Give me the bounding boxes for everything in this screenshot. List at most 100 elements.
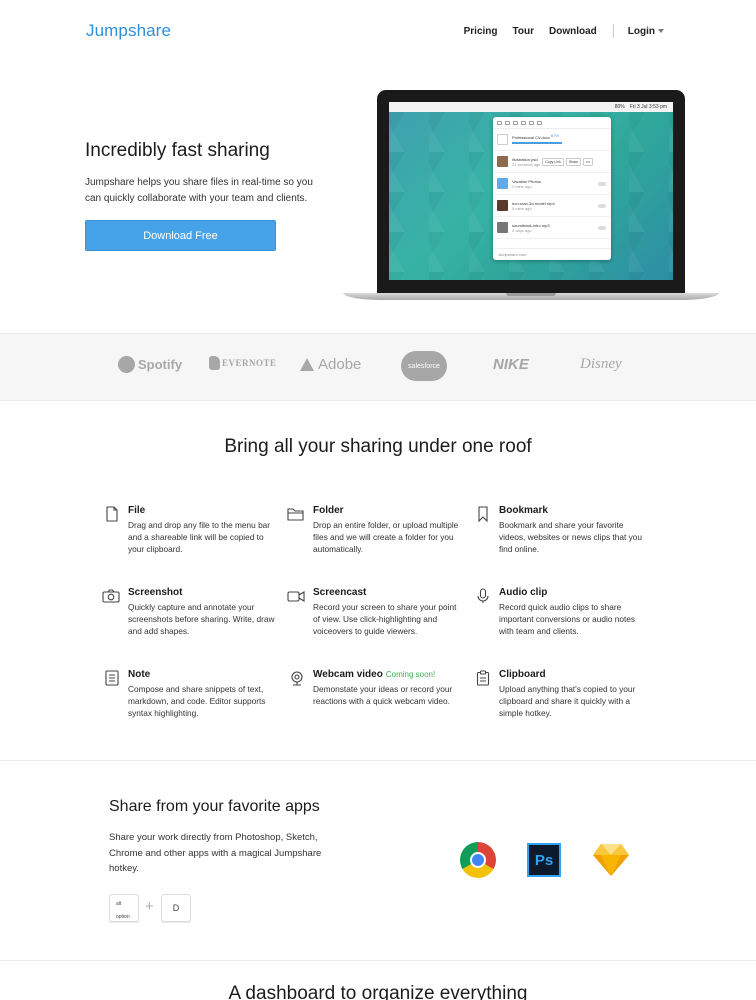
folder-icon bbox=[287, 508, 304, 521]
item-time: 2 mins ago bbox=[512, 183, 532, 189]
nav-divider bbox=[612, 24, 614, 38]
feature-screencast: Screencast Record your screen to share y… bbox=[287, 587, 463, 637]
feature-file: File Drag and drop any file to the menu … bbox=[106, 505, 278, 555]
list-item: soundtrack-intro.mp3 2 days ago bbox=[493, 217, 611, 239]
salesforce-logo: salesforce bbox=[401, 351, 447, 381]
feature-screenshot: Screenshot Quickly capture and annotate … bbox=[102, 587, 278, 637]
feature-title: Webcam video bbox=[313, 669, 383, 680]
disney-logo: Disney bbox=[580, 356, 622, 372]
mac-menubar: 80% Fri 3 Jul 3:53 pm bbox=[389, 102, 673, 112]
toolbar-file-icon bbox=[497, 120, 502, 125]
list-item: illustration.psd 21 seconds ago Copy Lin… bbox=[493, 151, 611, 173]
feature-folder: Folder Drop an entire folder, or upload … bbox=[287, 505, 463, 555]
upload-progress bbox=[512, 142, 562, 144]
toolbar-camera-icon bbox=[529, 120, 534, 125]
laptop-screen-frame: 80% Fri 3 Jul 3:53 pm Professional CV.do… bbox=[377, 90, 685, 293]
apps-description: Share your work directly from Photoshop,… bbox=[109, 832, 322, 874]
apps-title: Share from your favorite apps bbox=[109, 798, 320, 815]
video-thumb-icon bbox=[497, 200, 508, 211]
alt-option-key: alt option bbox=[109, 894, 139, 922]
login-label: Login bbox=[627, 25, 655, 37]
feature-title: Clipboard bbox=[499, 669, 546, 680]
adobe-text: Adobe bbox=[318, 356, 362, 373]
toolbar-video-icon bbox=[537, 120, 542, 125]
folder-thumb-icon bbox=[497, 178, 508, 189]
coming-soon-badge: Coming soon! bbox=[385, 670, 436, 679]
feature-note: Note Compose and share snippets of text,… bbox=[105, 669, 278, 719]
feature-title: Screenshot bbox=[128, 587, 183, 598]
share-button[interactable]: Share bbox=[565, 157, 582, 166]
feature-title: Bookmark bbox=[499, 505, 548, 516]
nav-download[interactable]: Download bbox=[549, 26, 597, 37]
clock-text: Fri 3 Jul 3:53 pm bbox=[629, 104, 667, 110]
camera-icon bbox=[102, 589, 120, 603]
login-menu[interactable]: Login bbox=[628, 26, 664, 37]
item-name: Vacation Photos bbox=[512, 178, 541, 184]
app-toolbar bbox=[493, 117, 611, 129]
item-name: illustration.psd bbox=[512, 156, 538, 162]
clipboard-icon bbox=[476, 670, 490, 686]
feature-webcam-video: Webcam video Coming soon! Demonstate your… bbox=[291, 669, 463, 707]
toolbar-bookmark-icon bbox=[513, 120, 518, 125]
battery-text: 80% bbox=[614, 104, 625, 110]
feature-desc: Upload anything that's copied to your cl… bbox=[499, 684, 636, 718]
feature-title: File bbox=[128, 505, 146, 516]
video-camera-icon bbox=[287, 591, 305, 602]
nav-tour[interactable]: Tour bbox=[513, 26, 534, 37]
features-title: Bring all your sharing under one roof bbox=[224, 436, 532, 457]
spotify-logo: Spotify bbox=[118, 356, 182, 373]
feature-desc: Drop an entire folder, or upload multipl… bbox=[313, 520, 459, 554]
feature-audio-clip: Audio clip Record quick audio clips to s… bbox=[477, 587, 649, 637]
item-time: 21 seconds ago bbox=[512, 161, 541, 167]
spotify-icon bbox=[118, 356, 135, 373]
main-nav: Pricing Tour Download Login bbox=[449, 24, 664, 38]
key-alt-label: alt bbox=[116, 901, 122, 907]
row-toggle[interactable] bbox=[598, 226, 606, 230]
copy-link-button[interactable]: Copy Link bbox=[542, 157, 564, 166]
feature-title: Audio clip bbox=[499, 587, 548, 598]
microphone-icon bbox=[477, 588, 489, 603]
toolbar-note-icon bbox=[521, 120, 526, 125]
row-toggle[interactable] bbox=[598, 204, 606, 208]
item-name: soundtrack-intro.mp3 bbox=[512, 222, 550, 228]
adobe-logo: Adobe bbox=[300, 356, 361, 373]
jumpshare-logo[interactable]: Jumpshare bbox=[86, 21, 171, 41]
hero-description: Jumpshare helps you share files in real-… bbox=[85, 177, 313, 204]
item-time: 5 mins ago bbox=[512, 205, 532, 211]
site-header: Jumpshare Pricing Tour Download Login bbox=[0, 0, 756, 62]
evernote-icon bbox=[209, 356, 220, 370]
feature-desc: Drag and drop any file to the menu bar a… bbox=[128, 520, 271, 554]
feature-desc: Quickly capture and annotate your screen… bbox=[128, 602, 275, 636]
customer-logos: Spotify EVERNOTE Adobe salesforce NIKE D… bbox=[0, 333, 756, 401]
item-time: 2 days ago bbox=[512, 227, 532, 233]
nav-pricing[interactable]: Pricing bbox=[464, 26, 498, 37]
plus-sign: + bbox=[145, 898, 154, 915]
feature-desc: Record quick audio clips to share import… bbox=[499, 602, 636, 636]
laptop-mockup: 80% Fri 3 Jul 3:53 pm Professional CV.do… bbox=[343, 90, 719, 304]
dashboard-title: A dashboard to organize everything bbox=[228, 983, 528, 1000]
feature-bookmark: Bookmark Bookmark and share your favorit… bbox=[478, 505, 649, 555]
more-button[interactable]: ••• bbox=[583, 157, 593, 166]
caret-down-icon bbox=[658, 28, 664, 33]
evernote-text: EVERNOTE bbox=[222, 358, 277, 368]
item-progress-text: 67% bbox=[551, 133, 560, 138]
note-icon bbox=[105, 670, 119, 686]
chrome-center bbox=[470, 852, 486, 868]
key-option-label: option bbox=[116, 914, 130, 920]
feature-desc: Bookmark and share your favorite videos,… bbox=[499, 520, 642, 554]
feature-clipboard: Clipboard Upload anything that's copied … bbox=[476, 669, 649, 719]
nike-logo: NIKE bbox=[493, 356, 529, 373]
evernote-logo: EVERNOTE bbox=[209, 356, 277, 370]
feature-title: Note bbox=[128, 669, 151, 680]
sketch-icon bbox=[593, 844, 629, 876]
feature-desc: Record your screen to share your point o… bbox=[313, 602, 457, 636]
row-toggle[interactable] bbox=[598, 182, 606, 186]
feature-title: Folder bbox=[313, 505, 344, 516]
download-free-button[interactable]: Download Free bbox=[85, 220, 276, 251]
audio-thumb-icon bbox=[497, 222, 508, 233]
image-thumb-icon bbox=[497, 156, 508, 167]
feature-title: Screencast bbox=[313, 587, 367, 598]
hero-title: Incredibly fast sharing bbox=[85, 140, 270, 161]
laptop-notch bbox=[506, 293, 556, 296]
list-item: iron-man-3d-model.mp4 5 mins ago bbox=[493, 195, 611, 217]
